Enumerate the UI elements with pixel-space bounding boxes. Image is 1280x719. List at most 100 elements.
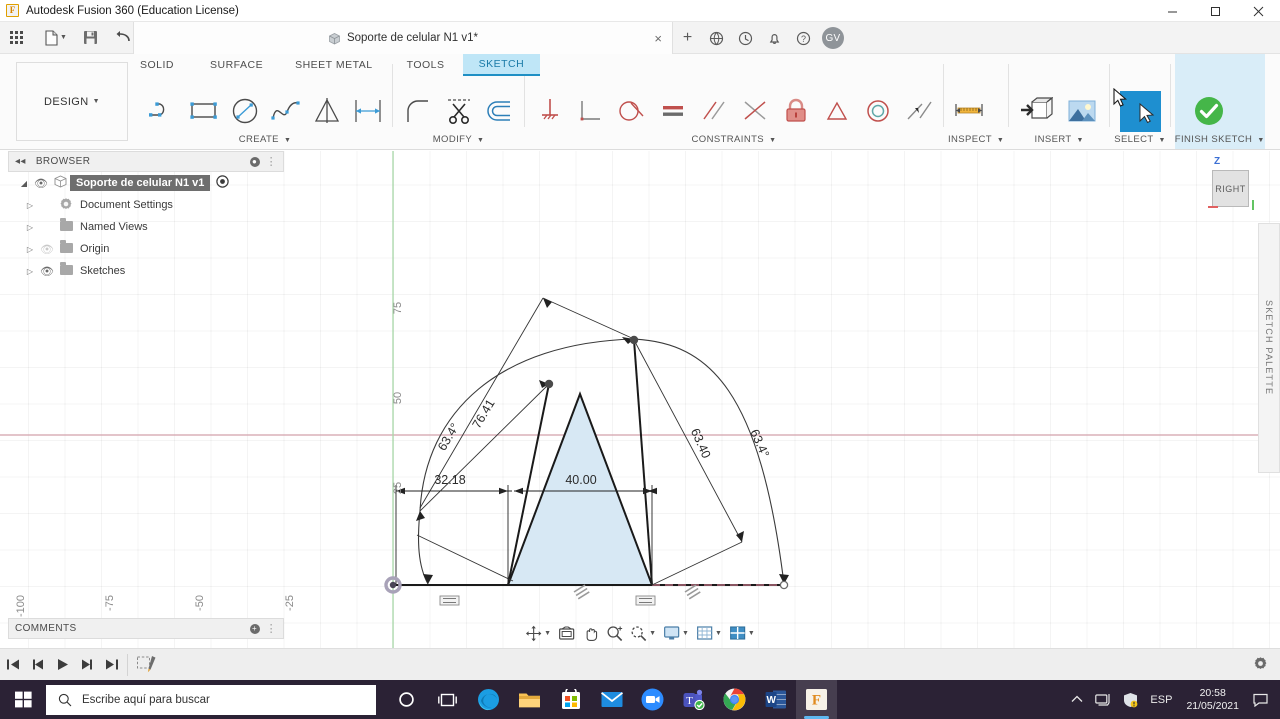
visibility-eye-icon[interactable]: 👁	[32, 177, 50, 190]
parallel-icon[interactable]	[693, 89, 734, 133]
fillet-icon[interactable]	[397, 89, 438, 133]
action-center-icon[interactable]	[1247, 680, 1274, 719]
view-cube[interactable]: Z RIGHT	[1198, 156, 1262, 218]
fit-icon[interactable]: ▼	[627, 621, 659, 645]
save-icon[interactable]	[78, 22, 103, 54]
expand-triangle-icon[interactable]: ▷	[22, 201, 38, 210]
expand-triangle-icon[interactable]: ◢	[16, 179, 32, 188]
tab-sketch[interactable]: SKETCH	[462, 54, 541, 76]
spline-icon[interactable]	[265, 89, 306, 133]
trim-icon[interactable]	[438, 89, 479, 133]
close-tab-icon[interactable]: ×	[654, 31, 662, 46]
grid-menu-icon[interactable]	[4, 22, 29, 54]
display-settings-icon[interactable]	[555, 621, 578, 645]
display-mode-icon[interactable]: ▼	[660, 621, 692, 645]
browser-item-document-settings[interactable]: ▷ Document Settings	[8, 194, 284, 216]
word-icon[interactable]: W	[755, 680, 796, 719]
insert-image-icon[interactable]	[1059, 89, 1105, 133]
close-icon[interactable]	[1237, 0, 1280, 22]
step-forward-icon[interactable]	[75, 652, 100, 678]
zoom-icon[interactable]	[603, 621, 626, 645]
tab-solid[interactable]: SOLID	[120, 54, 194, 76]
file-explorer-icon[interactable]	[509, 680, 550, 719]
sketch-dimension-icon[interactable]	[347, 89, 388, 133]
panel-finish-sketch[interactable]: FINISH SKETCH ▼	[1174, 54, 1265, 149]
collapse-left-icon[interactable]: ◂◂	[15, 156, 26, 167]
viewcube-face[interactable]: RIGHT	[1212, 170, 1249, 207]
panel-options-icon[interactable]: ●	[249, 156, 260, 167]
browser-item-named-views[interactable]: ▷ Named Views	[8, 216, 284, 238]
tab-sheet-metal[interactable]: SHEET METAL	[279, 54, 388, 76]
panel-create-label[interactable]: CREATE ▼	[142, 133, 388, 147]
fix-lock-icon[interactable]	[775, 89, 816, 133]
cortana-icon[interactable]	[386, 680, 427, 719]
sketch-canvas[interactable]: 75 50 25 -100 -75 -50 -25 63.4° 76.41 32…	[0, 151, 1280, 648]
new-file-caret[interactable]: ▼	[60, 34, 67, 41]
midpoint-icon[interactable]	[816, 89, 857, 133]
line-icon[interactable]	[142, 89, 183, 133]
activate-component-icon[interactable]	[216, 175, 230, 191]
network-icon[interactable]	[1089, 680, 1117, 719]
show-hidden-icons-icon[interactable]	[1065, 680, 1089, 719]
maximize-icon[interactable]	[1194, 0, 1237, 22]
horizontal-vertical-icon[interactable]	[570, 89, 611, 133]
add-tab-button[interactable]: +	[673, 22, 702, 54]
insert-derive-icon[interactable]	[1013, 89, 1059, 133]
tab-tools[interactable]: TOOLS	[389, 54, 463, 76]
panel-finish-sketch-label[interactable]: FINISH SKETCH ▼	[1175, 133, 1265, 147]
finish-sketch-check-icon[interactable]	[1189, 89, 1230, 133]
tangent-icon[interactable]	[611, 89, 652, 133]
collinear-icon[interactable]	[898, 89, 939, 133]
search-input[interactable]: Escribe aquí para buscar	[46, 684, 376, 715]
edge-icon[interactable]	[468, 680, 509, 719]
teams-icon[interactable]: T	[673, 680, 714, 719]
clock[interactable]: 20:58 21/05/2021	[1178, 687, 1247, 713]
jump-to-end-icon[interactable]	[100, 652, 125, 678]
select-cursor-icon[interactable]	[1120, 89, 1162, 133]
panel-constraints-label[interactable]: CONSTRAINTS ▼	[529, 133, 939, 147]
comments-panel[interactable]: COMMENTS + ⋮	[8, 618, 284, 639]
panel-grip-icon[interactable]: ⋮	[266, 622, 277, 635]
microsoft-store-icon[interactable]	[550, 680, 591, 719]
concentric-icon[interactable]	[857, 89, 898, 133]
mirror-icon[interactable]	[306, 89, 347, 133]
minimize-icon[interactable]	[1151, 0, 1194, 22]
pan-icon[interactable]	[579, 621, 602, 645]
sketch-palette-tab[interactable]: SKETCH PALETTE	[1258, 223, 1280, 473]
perpendicular-icon[interactable]	[734, 89, 775, 133]
data-panel-icon[interactable]	[702, 22, 731, 54]
windows-start-icon[interactable]	[0, 680, 46, 719]
fit-caret[interactable]: ▼	[649, 630, 656, 637]
fix-unfix-icon[interactable]	[529, 89, 570, 133]
offset-icon[interactable]	[479, 89, 520, 133]
orbit-icon[interactable]: ▼	[522, 621, 554, 645]
circle-icon[interactable]	[224, 89, 265, 133]
grid-snap-caret[interactable]: ▼	[715, 630, 722, 637]
visibility-eye-icon[interactable]: 👁	[38, 265, 56, 278]
document-tab[interactable]: Soporte de celular N1 v1* ×	[133, 22, 673, 54]
viewports-icon[interactable]: ▼	[726, 621, 758, 645]
display-mode-caret[interactable]: ▼	[682, 630, 689, 637]
security-icon[interactable]	[1117, 680, 1144, 719]
panel-modify-label[interactable]: MODIFY ▼	[397, 133, 520, 147]
tab-surface[interactable]: SURFACE	[194, 54, 279, 76]
panel-grip-icon[interactable]: ⋮	[266, 155, 277, 168]
language-indicator[interactable]: ESP	[1144, 680, 1178, 719]
sketch-feature-icon[interactable]	[132, 652, 162, 678]
orbit-caret[interactable]: ▼	[544, 630, 551, 637]
add-comment-icon[interactable]: +	[249, 623, 260, 634]
help-icon[interactable]: ?	[789, 22, 818, 54]
browser-item-origin[interactable]: ▷ 👁 Origin	[8, 238, 284, 260]
fusion360-icon[interactable]: F	[796, 680, 837, 719]
rectangle-icon[interactable]	[183, 89, 224, 133]
avatar[interactable]: GV	[822, 27, 844, 49]
panel-insert-label[interactable]: INSERT ▼	[1013, 133, 1105, 147]
notifications-icon[interactable]	[760, 22, 789, 54]
expand-triangle-icon[interactable]: ▷	[22, 223, 38, 232]
step-back-icon[interactable]	[25, 652, 50, 678]
panel-select-label[interactable]: SELECT ▼	[1114, 133, 1166, 147]
jump-to-beginning-icon[interactable]	[0, 652, 25, 678]
viewports-caret[interactable]: ▼	[748, 630, 755, 637]
mail-icon[interactable]	[591, 680, 632, 719]
equal-icon[interactable]	[652, 89, 693, 133]
